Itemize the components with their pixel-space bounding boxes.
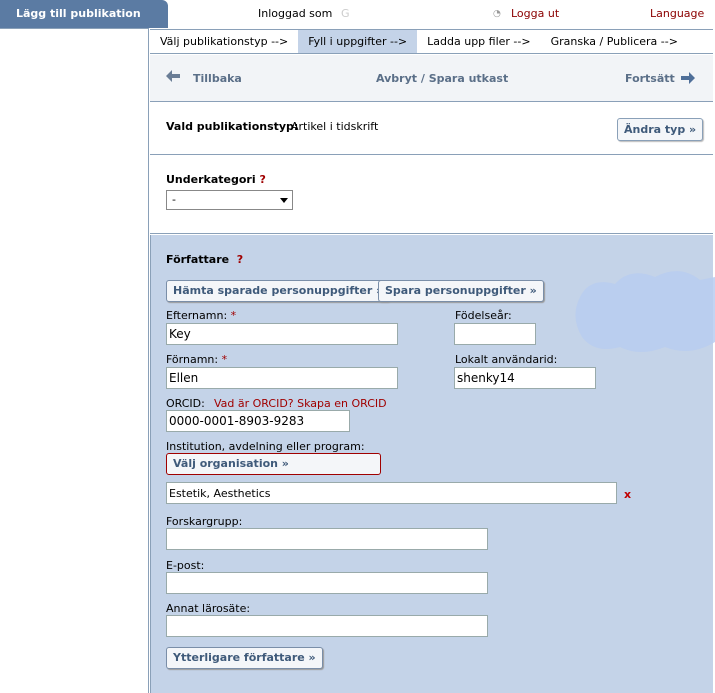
logged-in-user: G <box>341 7 350 20</box>
chevron-down-icon <box>280 198 288 203</box>
logged-in-label: Inloggad som <box>258 7 333 20</box>
birth-year-input[interactable] <box>454 323 536 345</box>
authors-help-icon[interactable]: ? <box>237 253 243 266</box>
logout-link[interactable]: Logga ut <box>511 7 559 20</box>
subcategory-select[interactable]: - <box>166 190 293 210</box>
remove-institution-icon[interactable]: x <box>624 488 631 501</box>
institution-label: Institution, avdelning eller program: <box>166 440 365 453</box>
step-fill-details[interactable]: Fyll i uppgifter --> <box>298 30 418 53</box>
email-input[interactable] <box>166 572 488 594</box>
required-mark: * <box>230 309 237 322</box>
institution-input[interactable] <box>166 482 617 504</box>
step-upload-files[interactable]: Ladda upp filer --> <box>417 30 540 53</box>
sidebar-tab-add-publication[interactable]: Lägg till publikation <box>0 0 168 28</box>
local-user-id-input[interactable] <box>454 367 596 389</box>
other-university-input[interactable] <box>166 615 488 637</box>
required-mark: * <box>221 353 228 366</box>
subcategory-label: Underkategori ? <box>166 173 266 186</box>
last-name-label-text: Efternamn: <box>166 309 228 322</box>
subcategory-help-icon[interactable]: ? <box>259 173 265 186</box>
first-name-label: Förnamn: * <box>166 353 227 366</box>
arrow-left-icon[interactable] <box>165 68 181 84</box>
step-bar: Välj publikationstyp --> Fyll i uppgifte… <box>150 29 713 54</box>
authors-label: Författare ? <box>166 253 243 266</box>
authors-label-text: Författare <box>166 253 230 266</box>
publication-type-label: Vald publikationstyp: <box>166 120 299 133</box>
birth-year-label: Födelseår: <box>455 309 512 322</box>
research-group-input[interactable] <box>166 528 488 550</box>
first-name-input[interactable] <box>166 367 398 389</box>
continue-link[interactable]: Fortsätt <box>625 72 675 85</box>
step-review-publish[interactable]: Granska / Publicera --> <box>541 30 688 53</box>
email-label: E-post: <box>166 559 205 572</box>
language-link[interactable]: Language <box>650 7 704 20</box>
save-person-button[interactable]: Spara personuppgifter » <box>378 280 544 302</box>
change-type-button[interactable]: Ändra typ » <box>617 118 704 141</box>
subcategory-selected: - <box>172 193 176 206</box>
orcid-input[interactable] <box>166 410 350 432</box>
back-link[interactable]: Tillbaka <box>193 72 242 85</box>
publication-type-value: Artikel i tidskrift <box>291 120 379 133</box>
add-more-authors-button[interactable]: Ytterligare författare » <box>166 647 323 669</box>
first-name-label-text: Förnamn: <box>166 353 219 366</box>
last-name-input[interactable] <box>166 323 398 345</box>
orcid-label: ORCID: <box>166 397 205 410</box>
select-organisation-button[interactable]: Välj organisation » <box>166 453 381 475</box>
top-bar <box>168 0 715 28</box>
loading-icon: ◔ <box>493 9 501 19</box>
decorative-cloud <box>575 271 715 352</box>
sidebar <box>0 28 149 693</box>
cancel-save-draft-link[interactable]: Avbryt / Spara utkast <box>376 72 508 85</box>
research-group-label: Forskargrupp: <box>166 515 243 528</box>
subcategory-label-text: Underkategori <box>166 173 256 186</box>
last-name-label: Efternamn: * <box>166 309 236 322</box>
arrow-right-icon[interactable] <box>680 70 696 86</box>
local-user-id-label: Lokalt användarid: <box>455 353 558 366</box>
orcid-help-links[interactable]: Vad är ORCID? Skapa en ORCID <box>214 397 387 410</box>
fetch-saved-person-button[interactable]: Hämta sparade personuppgifter » <box>166 280 391 302</box>
sidebar-divider <box>0 28 149 29</box>
step-choose-type[interactable]: Välj publikationstyp --> <box>150 30 298 53</box>
other-university-label: Annat lärosäte: <box>166 602 251 615</box>
